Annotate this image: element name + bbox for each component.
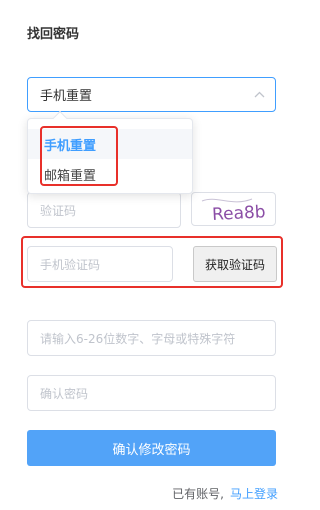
captcha-text: Rea8b [212,202,267,225]
confirm-change-password-button[interactable]: 确认修改密码 [27,430,276,466]
chevron-up-icon [254,91,265,98]
login-link[interactable]: 马上登录 [230,487,278,501]
dropdown-arrow [52,110,68,126]
sms-code-input[interactable]: 手机验证码 [27,246,173,282]
page-title: 找回密码 [27,27,80,42]
reset-type-select[interactable]: 手机重置 [27,77,276,112]
captcha-image[interactable]: Rea8b [191,192,276,226]
confirm-password-placeholder: 确认密码 [40,386,89,401]
captcha-input[interactable]: 验证码 [27,192,181,228]
new-password-placeholder: 请输入6-26位数字、字母或特殊字符 [40,331,236,346]
sms-code-placeholder: 手机验证码 [40,257,101,272]
reset-password-page: 找回密码 手机重置 验证码 Rea8b 手机验证码 获取验证码 请输入6-26位… [0,0,301,510]
login-prompt: 已有账号, 马上登录 [172,485,278,502]
reset-type-value: 手机重置 [40,89,93,104]
confirm-password-input[interactable]: 确认密码 [27,375,276,411]
new-password-input[interactable]: 请输入6-26位数字、字母或特殊字符 [27,320,276,356]
captcha-placeholder: 验证码 [40,203,77,218]
reset-type-dropdown: 手机重置 邮箱重置 [27,110,193,194]
get-sms-code-button[interactable]: 获取验证码 [193,246,277,282]
login-prompt-text: 已有账号, [172,487,224,501]
dropdown-option-phone[interactable]: 手机重置 [28,129,192,159]
dropdown-option-email[interactable]: 邮箱重置 [28,159,192,189]
captcha-graphic: Rea8b [201,198,267,225]
